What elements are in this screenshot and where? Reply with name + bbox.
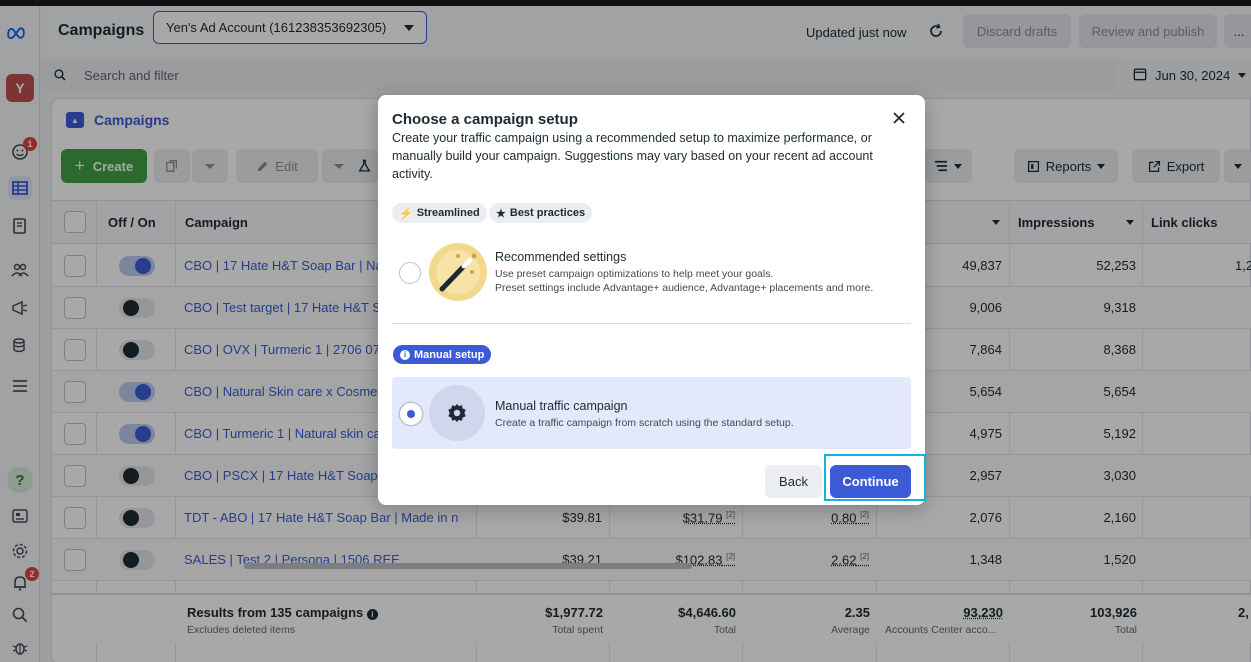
manual-sub: Create a traffic campaign from scratch u… — [495, 417, 794, 429]
streamlined-chip: ⚡ Streamlined — [392, 203, 487, 223]
manual-setup-label: Manual setup — [414, 348, 485, 361]
gear-icon — [429, 385, 485, 441]
continue-button[interactable]: Continue — [830, 465, 911, 498]
dialog-title: Choose a campaign setup — [392, 111, 578, 128]
recommended-radio[interactable] — [399, 262, 421, 284]
manual-radio[interactable] — [400, 403, 422, 425]
section-divider — [392, 323, 911, 324]
best-practices-chip: ★ Best practices — [489, 203, 593, 223]
recommended-sub-1: Use preset campaign optimizations to hel… — [495, 268, 774, 280]
manual-title: Manual traffic campaign — [495, 399, 628, 413]
streamlined-label: Streamlined — [416, 207, 480, 219]
recommended-sub-2: Preset settings include Advantage+ audie… — [495, 282, 874, 294]
info-icon: i — [400, 349, 410, 360]
back-button[interactable]: Back — [765, 465, 822, 498]
close-icon[interactable] — [890, 109, 908, 127]
campaign-setup-dialog: Choose a campaign setup Create your traf… — [378, 95, 926, 505]
lightning-icon: ⚡ — [399, 207, 413, 220]
best-practices-label: Best practices — [509, 207, 586, 219]
manual-option[interactable]: Manual traffic campaign Create a traffic… — [392, 377, 911, 449]
manual-setup-pill: i Manual setup — [393, 345, 492, 364]
magic-wand-icon — [429, 243, 487, 301]
star-icon: ★ — [496, 207, 506, 220]
recommended-title: Recommended settings — [495, 250, 627, 264]
dialog-description: Create your traffic campaign using a rec… — [392, 131, 873, 181]
